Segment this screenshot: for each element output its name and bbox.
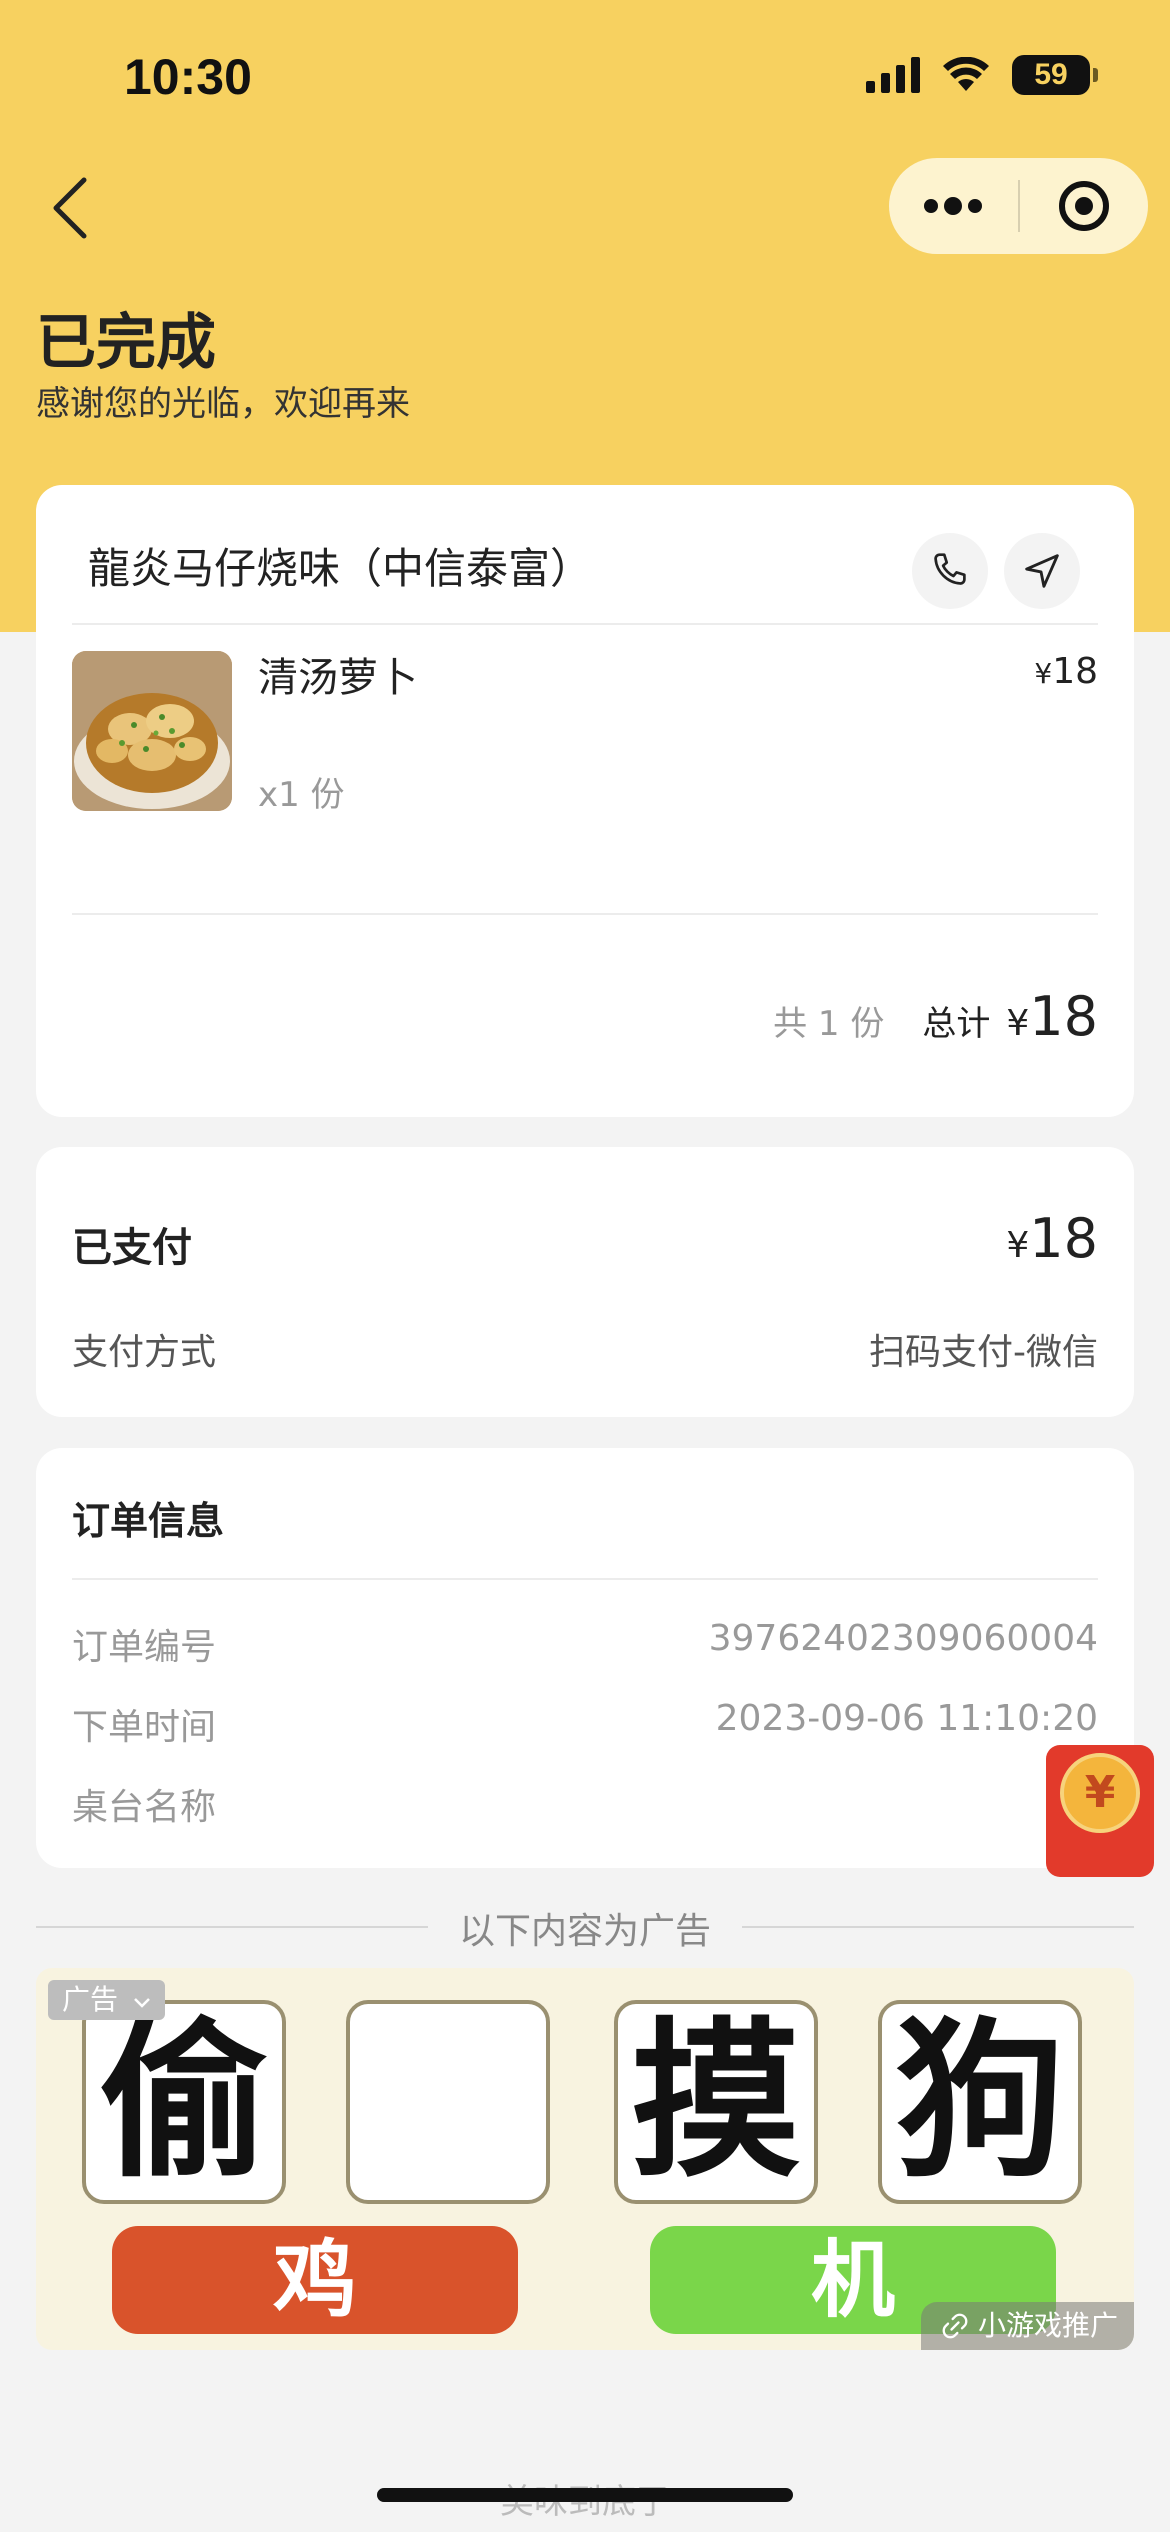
dish-photo [72,651,232,811]
more-dots-icon [924,197,983,215]
chevron-left-icon [53,177,87,239]
navigation-arrow-icon [1025,554,1059,588]
page-subtitle: 感谢您的光临，欢迎再来 [36,384,410,424]
paid-amount: ¥18 [1006,1207,1098,1270]
divider [72,623,1098,625]
ad-divider-text: 以下内容为广告 [458,1911,711,1952]
back-button[interactable] [44,170,114,246]
link-icon [942,2313,968,2339]
red-packet-button[interactable]: ¥ [1046,1745,1154,1877]
paid-label: 已支付 [72,1225,192,1271]
order-time-row: 下单时间 2023-09-06 11:10:20 [72,1698,1098,1748]
home-indicator[interactable] [377,2488,793,2502]
order-time-label: 下单时间 [72,1707,217,1748]
total-amount: ¥18 [1006,985,1098,1048]
game-promo-text: 小游戏推广 [977,2309,1118,2342]
target-icon [1058,181,1109,231]
dish-image[interactable] [72,651,232,811]
call-button[interactable] [912,533,988,609]
table-name-label: 桌台名称 [72,1787,217,1828]
divider [72,1578,1098,1580]
order-number-row: 订单编号 39762402309060004 [72,1618,1098,1668]
game-promo-label[interactable]: 小游戏推广 [921,2302,1134,2350]
divider [72,913,1098,915]
order-card: 龍炎马仔烧味（中信泰富） 清汤萝卜 x1 份 ¥18 共 1 份 总计 ¥18 [36,485,1134,1117]
table-name-row: 桌台名称 [72,1778,1098,1828]
order-number-value[interactable]: 39762402309060004 [709,1618,1098,1659]
ad-option-button[interactable]: 鸡 [112,2226,518,2334]
wifi-icon [943,57,989,91]
dish-name: 清汤萝卜 [258,655,418,701]
battery-icon: 59 [1012,55,1098,95]
order-info-card: 订单信息 订单编号 39762402309060004 下单时间 2023-09… [36,1448,1134,1868]
ad-tile[interactable]: 偷 [82,2000,286,2204]
signal-icon [866,57,920,93]
order-time-value: 2023-09-06 11:10:20 [715,1698,1098,1739]
order-info-title: 订单信息 [72,1499,225,1543]
status-time: 10:30 [124,49,252,105]
coin-icon: ¥ [1060,1753,1140,1833]
shop-name[interactable]: 龍炎马仔烧味（中信泰富） [88,535,592,596]
page-title: 已完成 [36,308,216,378]
payment-method-value: 扫码支付-微信 [869,1332,1098,1373]
ad-tag-label: 广告 [62,1983,119,2016]
status-icons: 59 [866,55,1098,95]
total-label: 总计 [922,1004,991,1044]
phone-icon [934,553,966,585]
payment-card: 已支付 ¥18 支付方式 扫码支付-微信 [36,1147,1134,1417]
order-number-label: 订单编号 [72,1627,217,1668]
ad-tile[interactable]: 狗 [878,2000,1082,2204]
dish-price: ¥18 [1034,651,1098,692]
ad-tag[interactable]: 广告 [48,1980,165,2020]
more-button[interactable] [889,158,1018,254]
navigate-button[interactable] [1004,533,1080,609]
payment-method-label: 支付方式 [72,1332,217,1373]
miniprogram-capsule [889,158,1148,254]
dish-quantity: x1 份 [258,775,345,815]
chevron-down-icon [134,1998,150,2008]
order-total-row: 共 1 份 总计 ¥18 [773,985,1098,1048]
ad-tile-empty[interactable] [346,2000,550,2204]
ad-tile[interactable]: 摸 [614,2000,818,2204]
close-miniprogram-button[interactable] [1020,158,1149,254]
ad-banner[interactable]: 偷 摸 狗 鸡 机 广告 小游戏推广 [36,1968,1134,2350]
item-count: 共 1 份 [773,1004,885,1044]
